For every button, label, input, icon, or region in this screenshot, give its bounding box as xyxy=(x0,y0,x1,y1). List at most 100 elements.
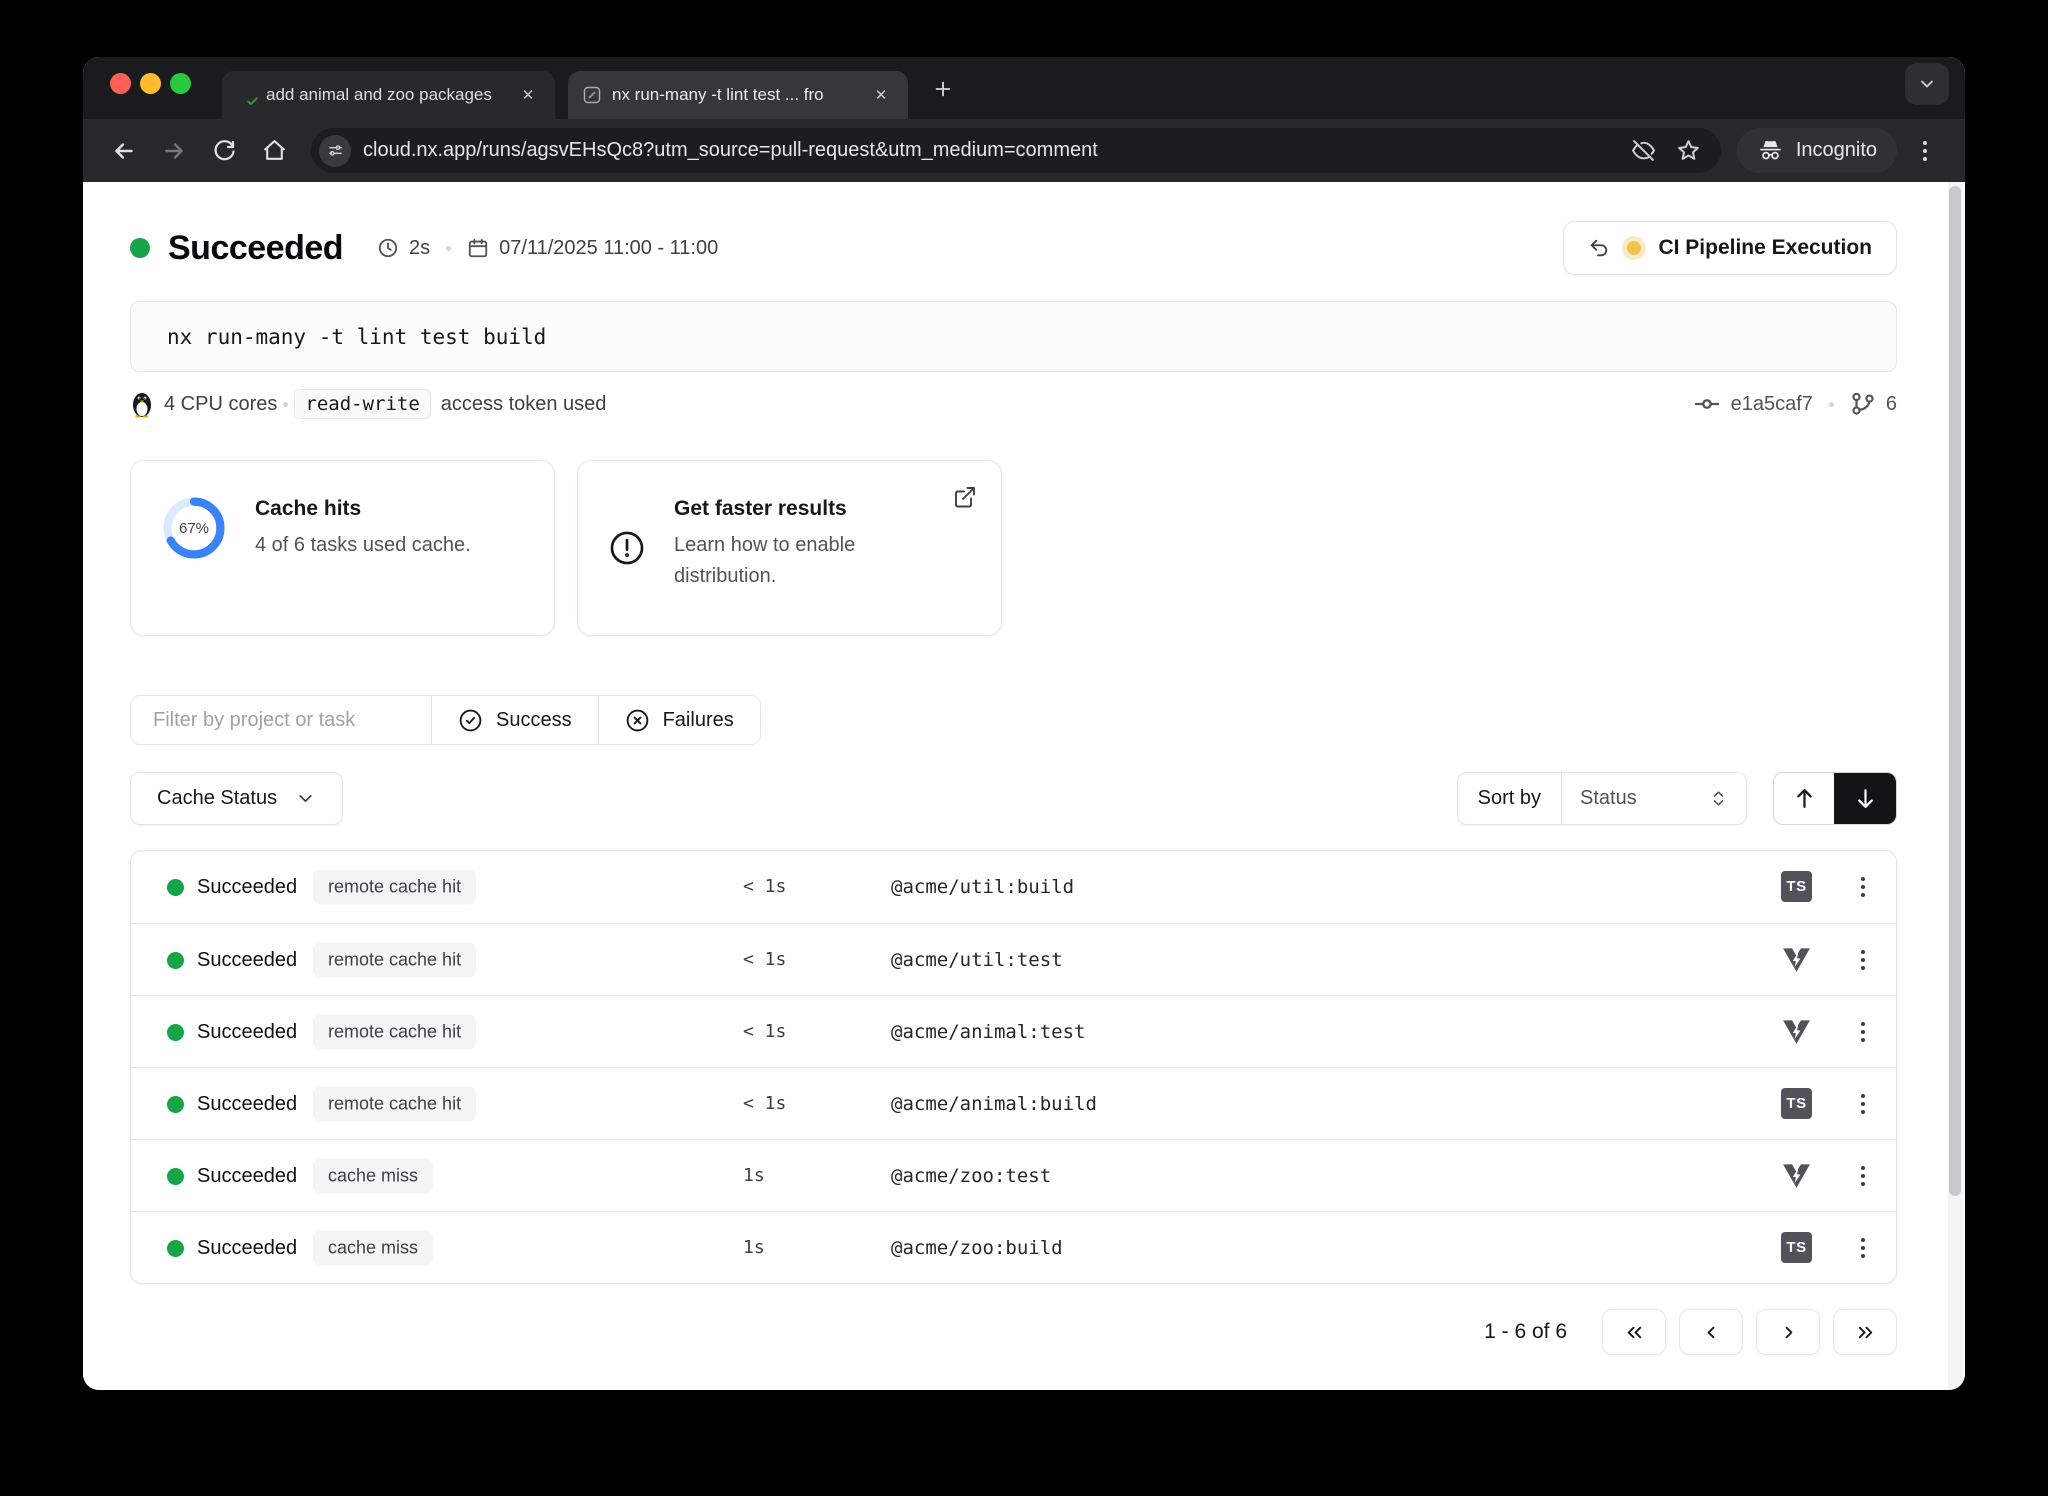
url-text[interactable]: cloud.nx.app/runs/agsvEHsQc8?utm_source=… xyxy=(363,139,1619,162)
row-status-dot xyxy=(167,1024,184,1041)
row-menu-button[interactable] xyxy=(1843,1068,1883,1140)
site-info-button[interactable] xyxy=(319,135,351,167)
nx-cloud-favicon xyxy=(582,85,602,105)
sort-direction-toggle xyxy=(1773,772,1897,825)
table-row[interactable]: Succeeded cache miss 1s @acme/zoo:test T… xyxy=(131,1139,1896,1211)
github-check-icon xyxy=(236,85,256,105)
cpu-cores-text: 4 CPU cores xyxy=(164,393,277,416)
row-status-text: Succeeded xyxy=(197,1068,297,1140)
cache-status-badge: remote cache hit xyxy=(313,870,476,905)
row-status-text: Succeeded xyxy=(197,924,297,996)
failures-filter-button[interactable]: Failures xyxy=(599,696,760,744)
tab-pull-request[interactable]: add animal and zoo packages ✕ xyxy=(222,71,555,119)
sort-descending-button[interactable] xyxy=(1834,773,1896,824)
bookmark-star-icon[interactable] xyxy=(1676,138,1701,163)
next-page-button[interactable] xyxy=(1756,1309,1820,1355)
row-task-name[interactable]: @acme/util:test xyxy=(891,924,1063,996)
row-tech: TS xyxy=(1781,1232,1813,1264)
cache-status-badge: remote cache hit xyxy=(313,1086,476,1121)
chevron-right-icon xyxy=(1777,1321,1800,1344)
sort-ascending-button[interactable] xyxy=(1774,773,1834,824)
cache-status-badge: cache miss xyxy=(313,1158,433,1193)
row-duration: < 1s xyxy=(743,996,786,1068)
browser-menu-button[interactable] xyxy=(1905,131,1945,171)
pipeline-status-dot xyxy=(1627,241,1641,255)
cache-status-badge: remote cache hit xyxy=(313,942,476,977)
row-duration: < 1s xyxy=(743,1068,786,1140)
branch-count[interactable]: 6 xyxy=(1886,393,1897,416)
ci-pipeline-execution-button[interactable]: CI Pipeline Execution xyxy=(1563,221,1897,275)
cache-hits-subtitle: 4 of 6 tasks used cache. xyxy=(255,530,471,561)
back-button[interactable] xyxy=(103,130,145,172)
row-tech: TS xyxy=(1781,1088,1813,1120)
tab-nx-run[interactable]: nx run-many -t lint test ... fro ✕ xyxy=(568,71,908,119)
calendar-icon xyxy=(467,237,489,259)
close-window-button[interactable] xyxy=(110,73,131,94)
check-circle-icon xyxy=(458,708,483,733)
cache-hits-title: Cache hits xyxy=(255,495,471,521)
sort-field-select[interactable]: Status xyxy=(1562,773,1746,824)
exclamation-circle-icon xyxy=(608,529,646,567)
row-status-text: Succeeded xyxy=(197,1140,297,1212)
tab-close-icon[interactable]: ✕ xyxy=(515,82,541,108)
row-menu-button[interactable] xyxy=(1843,1140,1883,1212)
row-status-dot xyxy=(167,1240,184,1257)
run-date-range: 07/11/2025 11:00 - 11:00 xyxy=(499,237,718,260)
table-row[interactable]: Succeeded remote cache hit < 1s @acme/an… xyxy=(131,1067,1896,1139)
address-bar[interactable]: cloud.nx.app/runs/agsvEHsQc8?utm_source=… xyxy=(311,128,1721,173)
table-row[interactable]: Succeeded remote cache hit < 1s @acme/ut… xyxy=(131,851,1896,923)
reload-button[interactable] xyxy=(203,130,245,172)
row-tech: TS xyxy=(1781,871,1813,903)
command-box: nx run-many -t lint test build xyxy=(130,301,1897,372)
sort-field-value: Status xyxy=(1580,787,1637,810)
row-status-dot xyxy=(167,879,184,896)
row-task-name[interactable]: @acme/util:build xyxy=(891,851,1074,923)
scrollbar[interactable] xyxy=(1948,182,1963,1390)
table-row[interactable]: Succeeded cache miss 1s @acme/zoo:build … xyxy=(131,1211,1896,1283)
row-task-name[interactable]: @acme/animal:build xyxy=(891,1068,1097,1140)
row-task-name[interactable]: @acme/zoo:test xyxy=(891,1140,1051,1212)
success-filter-button[interactable]: Success xyxy=(432,696,598,744)
row-menu-button[interactable] xyxy=(1843,1212,1883,1284)
forward-button[interactable] xyxy=(153,130,195,172)
run-status-title: Succeeded xyxy=(168,229,343,268)
tab-title: add animal and zoo packages xyxy=(266,85,505,105)
row-task-name[interactable]: @acme/zoo:build xyxy=(891,1212,1063,1284)
status-dot xyxy=(130,238,150,258)
filter-input[interactable] xyxy=(131,696,431,744)
row-status-text: Succeeded xyxy=(197,851,297,923)
new-tab-button[interactable] xyxy=(926,72,960,106)
linux-tux-icon xyxy=(130,390,154,418)
last-page-button[interactable] xyxy=(1833,1309,1897,1355)
row-menu-button[interactable] xyxy=(1843,924,1883,996)
failures-filter-label: Failures xyxy=(663,709,734,732)
row-status-dot xyxy=(167,1168,184,1185)
scrollbar-thumb[interactable] xyxy=(1949,186,1961,1196)
cache-hits-card[interactable]: 67% Cache hits 4 of 6 tasks used cache. xyxy=(130,460,555,636)
table-row[interactable]: Succeeded remote cache hit < 1s @acme/ut… xyxy=(131,923,1896,995)
arrow-up-icon xyxy=(1792,786,1817,811)
eye-off-icon[interactable] xyxy=(1631,138,1656,163)
home-button[interactable] xyxy=(253,130,295,172)
dot-separator xyxy=(1829,402,1834,407)
command-text: nx run-many -t lint test build xyxy=(167,325,546,349)
row-task-name[interactable]: @acme/animal:test xyxy=(891,996,1085,1068)
row-tech: TS xyxy=(1781,944,1813,976)
vitest-icon xyxy=(1781,1016,1812,1047)
get-faster-results-card[interactable]: Get faster results Learn how to enable d… xyxy=(577,460,1002,636)
arrow-down-icon xyxy=(1853,786,1878,811)
maximize-window-button[interactable] xyxy=(170,73,191,94)
tab-search-button[interactable] xyxy=(1905,63,1949,105)
previous-page-button[interactable] xyxy=(1679,1309,1743,1355)
row-duration: 1s xyxy=(743,1212,765,1284)
row-menu-button[interactable] xyxy=(1843,996,1883,1068)
row-duration: 1s xyxy=(743,1140,765,1212)
external-link-icon[interactable] xyxy=(953,485,977,509)
first-page-button[interactable] xyxy=(1602,1309,1666,1355)
tab-close-icon[interactable]: ✕ xyxy=(868,82,894,108)
commit-sha[interactable]: e1a5caf7 xyxy=(1731,393,1813,416)
table-row[interactable]: Succeeded remote cache hit < 1s @acme/an… xyxy=(131,995,1896,1067)
cache-status-dropdown[interactable]: Cache Status xyxy=(130,772,343,825)
row-menu-button[interactable] xyxy=(1843,851,1883,923)
minimize-window-button[interactable] xyxy=(140,73,161,94)
